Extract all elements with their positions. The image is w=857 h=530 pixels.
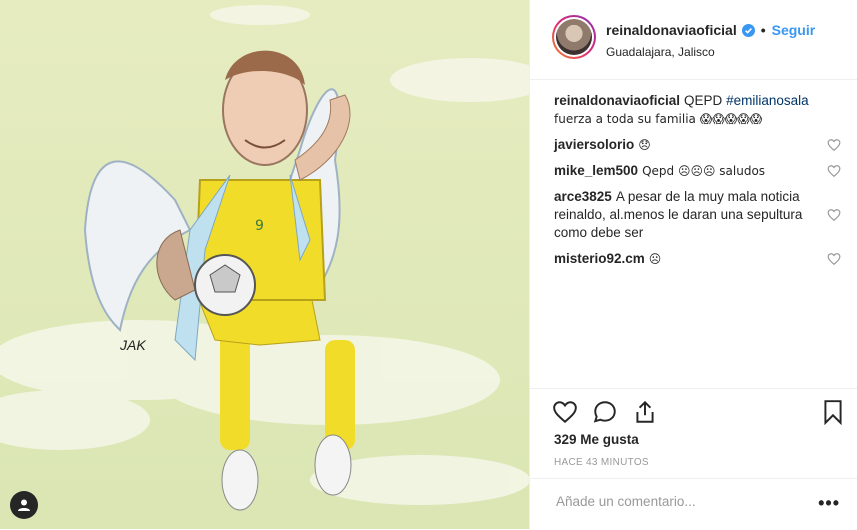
verified-badge-icon xyxy=(741,23,755,37)
caption-text: QEPD xyxy=(684,93,723,108)
comment-username[interactable]: mike_lem500 xyxy=(554,163,638,178)
comment-item: misterio92.cm ☹ xyxy=(554,250,841,268)
instagram-post: 9 JAK reinaldonaviaoficial • Seguir Guad… xyxy=(0,0,857,529)
comment-item: javiersolorio 😞 xyxy=(554,136,841,154)
post-sidebar: reinaldonaviaoficial • Seguir Guadalajar… xyxy=(529,0,857,529)
share-icon[interactable] xyxy=(632,399,658,425)
post-timestamp: HACE 43 MINUTOS xyxy=(554,457,649,468)
hashtag-link[interactable]: #emilianosala xyxy=(726,93,809,108)
like-comment-heart-icon[interactable] xyxy=(827,252,841,266)
comment-username[interactable]: arce3825 xyxy=(554,189,612,204)
comment-bubble-icon[interactable] xyxy=(592,399,618,425)
avatar[interactable] xyxy=(552,15,596,59)
user-icon xyxy=(18,499,30,511)
caption-text-continued: fuerza a toda su familia 😱😱😱😱😱 xyxy=(554,112,763,126)
tagged-users-button[interactable] xyxy=(10,491,38,519)
author-username[interactable]: reinaldonaviaoficial xyxy=(606,22,737,38)
action-bar xyxy=(530,388,857,433)
caption: reinaldonaviaoficial QEPD #emilianosala f… xyxy=(554,92,833,128)
comment-username[interactable]: misterio92.cm xyxy=(554,251,645,266)
comments-list: reinaldonaviaoficial QEPD #emilianosala f… xyxy=(530,80,857,268)
comment-text: Qepd ☹☹☹ saludos xyxy=(642,164,766,178)
separator-dot: • xyxy=(760,22,766,38)
post-location[interactable]: Guadalajara, Jalisco xyxy=(606,45,715,59)
like-heart-icon[interactable] xyxy=(552,399,578,425)
post-image[interactable]: 9 JAK xyxy=(0,0,529,529)
svg-text:9: 9 xyxy=(255,218,264,234)
add-comment-input[interactable] xyxy=(554,493,798,510)
artist-signature: JAK xyxy=(119,337,146,353)
post-header: reinaldonaviaoficial • Seguir Guadalajar… xyxy=(530,0,857,80)
follow-button[interactable]: Seguir xyxy=(772,22,816,38)
like-comment-heart-icon[interactable] xyxy=(827,208,841,222)
caption-username[interactable]: reinaldonaviaoficial xyxy=(554,93,680,108)
comment-item: mike_lem500 Qepd ☹☹☹ saludos xyxy=(554,162,841,180)
add-comment-bar: ••• xyxy=(530,478,857,530)
comment-text: 😞 xyxy=(638,138,651,152)
like-comment-heart-icon[interactable] xyxy=(827,164,841,178)
likes-count[interactable]: 329 Me gusta xyxy=(554,432,639,447)
comment-item: arce3825 A pesar de la muy mala noticia r… xyxy=(554,188,841,242)
comment-username[interactable]: javiersolorio xyxy=(554,137,634,152)
more-options-button[interactable]: ••• xyxy=(818,493,840,514)
save-bookmark-icon[interactable] xyxy=(820,399,846,425)
comment-text: ☹ xyxy=(648,252,662,266)
post-author: reinaldonaviaoficial • Seguir xyxy=(606,22,815,38)
like-comment-heart-icon[interactable] xyxy=(827,138,841,152)
angel-caricature-illustration: 9 JAK xyxy=(0,0,529,529)
